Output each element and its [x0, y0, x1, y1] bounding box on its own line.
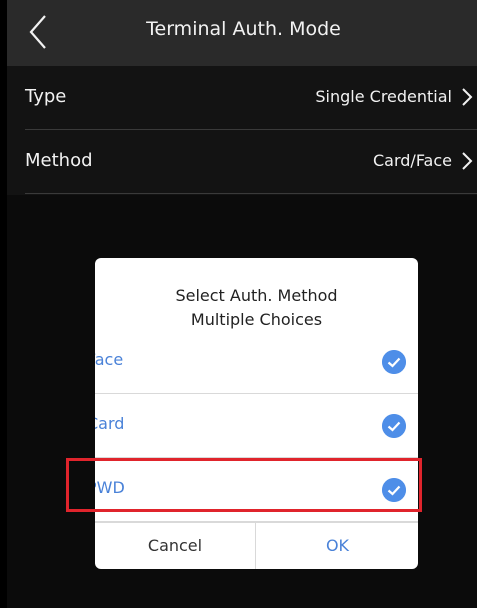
- cancel-button[interactable]: Cancel: [95, 523, 256, 569]
- option-face[interactable]: Face: [95, 330, 418, 394]
- setting-label-method: Method: [25, 150, 93, 171]
- option-label: Card: [95, 414, 125, 433]
- dialog-title: Select Auth. Method Multiple Choices: [95, 284, 418, 332]
- chevron-right-icon: [462, 88, 473, 106]
- option-label: Face: [95, 350, 124, 369]
- option-card[interactable]: Card: [95, 394, 418, 458]
- setting-row-method[interactable]: Method Card/Face: [25, 130, 477, 194]
- device-screen: Terminal Auth. Mode Type Single Credenti…: [7, 0, 477, 608]
- dialog-button-bar: Cancel OK: [95, 522, 418, 569]
- ok-button[interactable]: OK: [257, 523, 418, 569]
- setting-value-method: Card/Face: [373, 151, 452, 170]
- dialog-title-line1: Select Auth. Method: [175, 286, 338, 305]
- setting-value-type: Single Credential: [315, 87, 452, 106]
- checkmark-icon: [382, 350, 406, 374]
- option-label: PWD: [95, 478, 125, 497]
- option-pwd[interactable]: PWD: [95, 458, 418, 522]
- checkmark-icon: [382, 478, 406, 502]
- setting-label-type: Type: [25, 86, 67, 107]
- top-bar: Terminal Auth. Mode: [7, 0, 477, 66]
- dialog-title-line2: Multiple Choices: [190, 310, 323, 329]
- chevron-right-icon: [462, 152, 473, 170]
- page-title: Terminal Auth. Mode: [146, 18, 341, 40]
- left-edge: [0, 0, 7, 608]
- checkmark-icon: [382, 414, 406, 438]
- auth-method-dialog: Select Auth. Method Multiple Choices Fac…: [95, 258, 418, 569]
- setting-row-type[interactable]: Type Single Credential: [25, 66, 477, 130]
